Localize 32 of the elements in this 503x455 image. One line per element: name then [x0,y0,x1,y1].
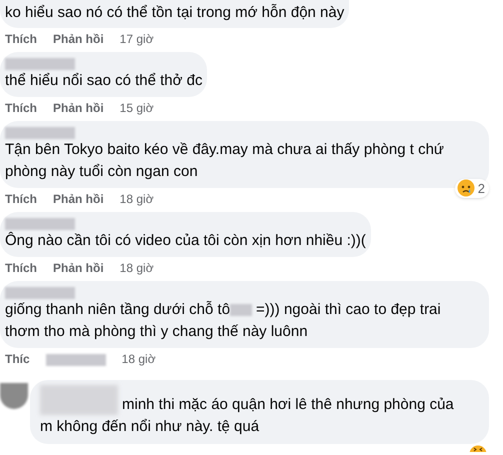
blurred-name [5,287,75,299]
comment-time: 18 giờ [120,191,154,208]
comment-text: thể hiểu nổi sao có thể thở đc [5,71,202,91]
comment-text: Tận bên Tokyo baito kéo về đây.may mà chưa ai thấy phòng t chứ [5,140,444,160]
comment-text: minh thi mặc áo quận hơi lê thê nhưng phòng của [122,395,454,415]
like-link[interactable]: Thích [5,190,37,208]
blurred-text [46,354,106,366]
comment-text: Ông nào cần tôi có video của tôi còn xịn hơn nhiều :))( [5,230,366,251]
comment-text: m không đến nổi như này. tệ quá [40,417,260,437]
blurred-text [230,304,252,316]
blurred-name [5,218,75,230]
comment-time: 17 giờ [120,31,154,48]
reaction-count: 2 [478,180,486,198]
like-link[interactable]: Thích [5,30,37,48]
comment-time: 18 giờ [120,260,154,277]
comment-text: phòng này tuổi còn ngan con [5,162,198,182]
reply-link[interactable]: Phản hồi [53,99,104,117]
blurred-name [5,58,75,70]
comment-time: 18 giờ [122,351,156,368]
like-link[interactable]: Thích [5,99,37,117]
comment-text: ko hiểu sao nó có thể tồn tại trong mớ hỗn độn này [5,3,344,23]
blurred-name [5,127,75,139]
reply-link[interactable]: Phản hồi [53,259,104,277]
reply-link[interactable]: Phản hồi [53,30,104,48]
comment-text: giống thanh niên tầng dưới chỗ tô [5,300,230,320]
comment-text: thơm tho mà phòng thì y chang thế này luônn [5,322,308,342]
like-link[interactable]: Thíc [5,350,30,368]
reply-link[interactable]: Phản hồi [53,190,104,208]
comment-text: =))) ngoài thì cao to đẹp trai [256,300,441,320]
comment-time: 15 giờ [120,100,154,117]
avatar [0,383,28,409]
like-link[interactable]: Thích [5,259,37,277]
